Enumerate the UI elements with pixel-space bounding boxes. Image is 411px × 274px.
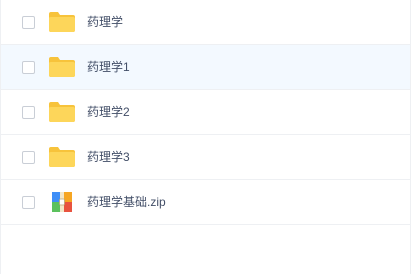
folder-icon [48, 56, 76, 78]
list-item[interactable]: 药理学2 [1, 90, 410, 135]
row-checkbox[interactable] [22, 105, 35, 119]
list-item[interactable]: 药理学基础.zip [1, 180, 410, 225]
row-checkbox[interactable] [22, 15, 35, 29]
row-checkbox[interactable] [22, 195, 35, 209]
file-name[interactable]: 药理学 [87, 15, 123, 29]
file-name[interactable]: 药理学3 [87, 150, 130, 164]
row-checkbox[interactable] [22, 60, 35, 74]
file-name[interactable]: 药理学基础.zip [87, 195, 166, 209]
list-item[interactable]: 药理学1 [1, 45, 410, 90]
list-item[interactable]: 药理学3 [1, 135, 410, 180]
row-checkbox[interactable] [22, 150, 35, 164]
zip-icon [48, 191, 76, 213]
folder-icon [48, 11, 76, 33]
folder-icon [48, 146, 76, 168]
folder-icon [48, 101, 76, 123]
file-list: 药理学 药理学1 药理学2 药理学3 药理学基础.zip [0, 0, 411, 274]
file-name[interactable]: 药理学2 [87, 105, 130, 119]
list-item[interactable]: 药理学 [1, 0, 410, 45]
file-name[interactable]: 药理学1 [87, 60, 130, 74]
